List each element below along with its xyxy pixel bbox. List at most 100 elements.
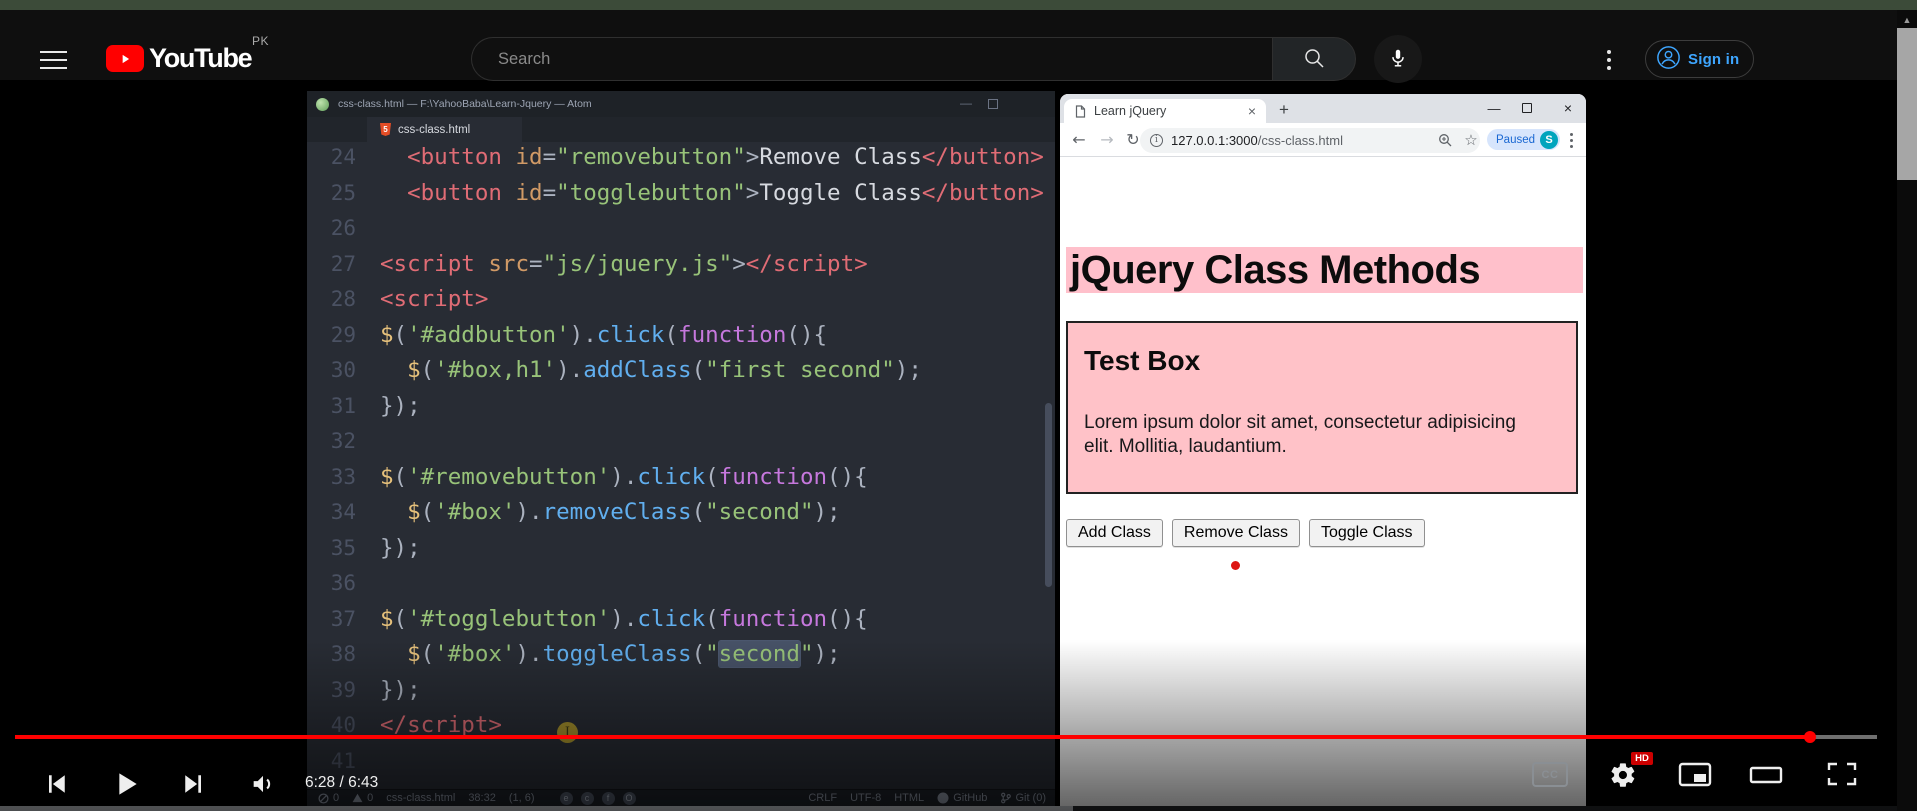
sign-in-button[interactable]: Sign in [1645,40,1754,78]
theater-mode-button[interactable] [1749,766,1783,787]
code-line: $('#addbutton').click(function(){ [380,318,1044,354]
encoding-indicator[interactable]: UTF-8 [850,792,881,804]
error-count[interactable]: 0 [318,792,339,804]
atom-tab-css-class[interactable]: 5 css-class.html [367,117,522,142]
line-number: 24 [307,142,372,176]
page-scrollbar[interactable]: ▲ [1897,10,1917,811]
scrollbar-up-arrow[interactable]: ▲ [1897,12,1917,28]
chrome-maximize-button[interactable] [1522,103,1532,113]
demo-button-remove-class[interactable]: Remove Class [1172,519,1300,547]
new-tab-button[interactable]: + [1272,98,1296,122]
url-path: /css-class.html [1258,133,1343,148]
youtube-watch-page: YouTube PK Sign in [0,0,1917,811]
zoom-icon[interactable] [1434,131,1456,153]
warning-count[interactable]: 0 [352,792,373,804]
video-progress-bar[interactable] [0,735,1917,739]
forward-button[interactable]: → [1096,129,1118,151]
chrome-close-button[interactable]: × [1554,94,1582,122]
code-editor: 242526272829303132333435363738394041 <bu… [307,142,1055,789]
code-line: <button id="togglebutton">Toggle Class</… [380,176,1044,212]
browser-preview-icon-e[interactable]: e [560,792,573,805]
sync-paused-chip[interactable]: Paused S [1487,129,1560,150]
demo-button-add-class[interactable]: Add Class [1066,519,1163,547]
chrome-tab-strip: Learn jQuery × + — × [1060,94,1586,123]
fullscreen-icon [1827,762,1857,786]
cursor-position[interactable]: 38:32 [468,792,496,804]
search-box[interactable] [471,37,1272,81]
subtitles-button[interactable]: CC [1532,762,1568,787]
line-ending-indicator[interactable]: CRLF [808,792,837,804]
code-line: }); [380,531,1044,567]
bookmark-star-icon[interactable]: ☆ [1460,129,1482,151]
code-line: }); [380,389,1044,425]
search-icon [1302,46,1326,73]
taskbar-sliver [0,806,1073,811]
chrome-tab-learn-jquery[interactable]: Learn jQuery × [1064,99,1266,123]
address-bar[interactable]: i 127.0.0.1:3000/css-class.html [1140,128,1480,153]
browser-preview-icon-c[interactable]: c [581,792,594,805]
code-line [380,744,1044,780]
selection-size[interactable]: (1, 6) [509,792,535,804]
theater-icon [1749,766,1783,784]
line-number: 32 [307,424,372,460]
atom-tab-bar: 5 css-class.html [307,117,1055,142]
browser-preview-icon-o[interactable]: O [623,792,636,805]
hamburger-icon [40,51,67,53]
code-line: $('#removebutton').click(function(){ [380,460,1044,496]
previous-button[interactable] [42,770,70,801]
code-line: $('#box,h1').addClass("first second"); [380,353,1044,389]
code-line [380,424,1044,460]
page-info-icon[interactable]: i [1150,134,1163,147]
miniplayer-icon [1678,762,1712,787]
github-status[interactable]: GitHub [937,792,987,804]
chrome-menu-button[interactable] [1564,131,1578,149]
hd-quality-badge: HD [1631,752,1653,765]
html5-file-icon: 5 [380,123,391,136]
gear-icon [1609,761,1637,789]
miniplayer-button[interactable] [1678,762,1712,790]
line-number: 28 [307,282,372,318]
line-number: 36 [307,566,372,602]
atom-minimize-button[interactable]: — [951,91,981,117]
warning-icon [352,793,363,803]
search-button[interactable] [1272,37,1356,81]
demo-buttons-row: Add Class Remove Class Toggle Class [1066,519,1425,547]
demo-button-toggle-class[interactable]: Toggle Class [1309,519,1425,547]
grammar-indicator[interactable]: HTML [894,792,924,804]
progress-scrubber[interactable] [1804,731,1816,743]
atom-app-icon [316,98,329,111]
next-button[interactable] [180,770,208,801]
guide-menu-button[interactable] [40,50,67,69]
settings-button[interactable] [1609,761,1637,792]
code-line: <script src="js/jquery.js"></script> [380,247,1044,283]
search-area [471,37,1356,81]
tab-close-icon[interactable]: × [1248,103,1256,119]
page-heading: jQuery Class Methods [1066,247,1583,293]
chrome-minimize-button[interactable]: — [1480,94,1508,122]
next-icon [180,770,208,798]
settings-kebab-button[interactable] [1600,46,1618,74]
line-number: 31 [307,389,372,425]
atom-maximize-button[interactable] [988,99,998,109]
scrollbar-thumb[interactable] [1897,28,1917,180]
youtube-logo[interactable]: YouTube PK [106,43,251,74]
editor-scrollbar-thumb[interactable] [1045,403,1052,587]
line-number: 34 [307,495,372,531]
github-icon [937,792,949,804]
git-status[interactable]: Git (0) [1000,792,1046,804]
play-button[interactable] [110,768,142,803]
person-circle-icon [1656,45,1681,73]
volume-button[interactable] [249,770,277,801]
chrome-tab-title: Learn jQuery [1094,104,1248,118]
mouse-cursor-highlight: I [557,722,578,743]
back-button[interactable]: ← [1068,129,1090,151]
chrome-toolbar: ← → ↻ i 127.0.0.1:3000/css-class.html ☆ … [1060,123,1586,157]
browser-preview-icon-f[interactable]: f [602,792,615,805]
search-input[interactable] [498,50,1238,69]
time-display: 6:28 / 6:43 [305,774,378,792]
fullscreen-button[interactable] [1827,762,1857,789]
status-file-name[interactable]: css-class.html [386,792,455,804]
voice-search-button[interactable] [1374,35,1422,83]
error-icon [318,793,329,804]
atom-title-bar: css-class.html — F:\YahooBaba\Learn-Jque… [307,91,1055,117]
